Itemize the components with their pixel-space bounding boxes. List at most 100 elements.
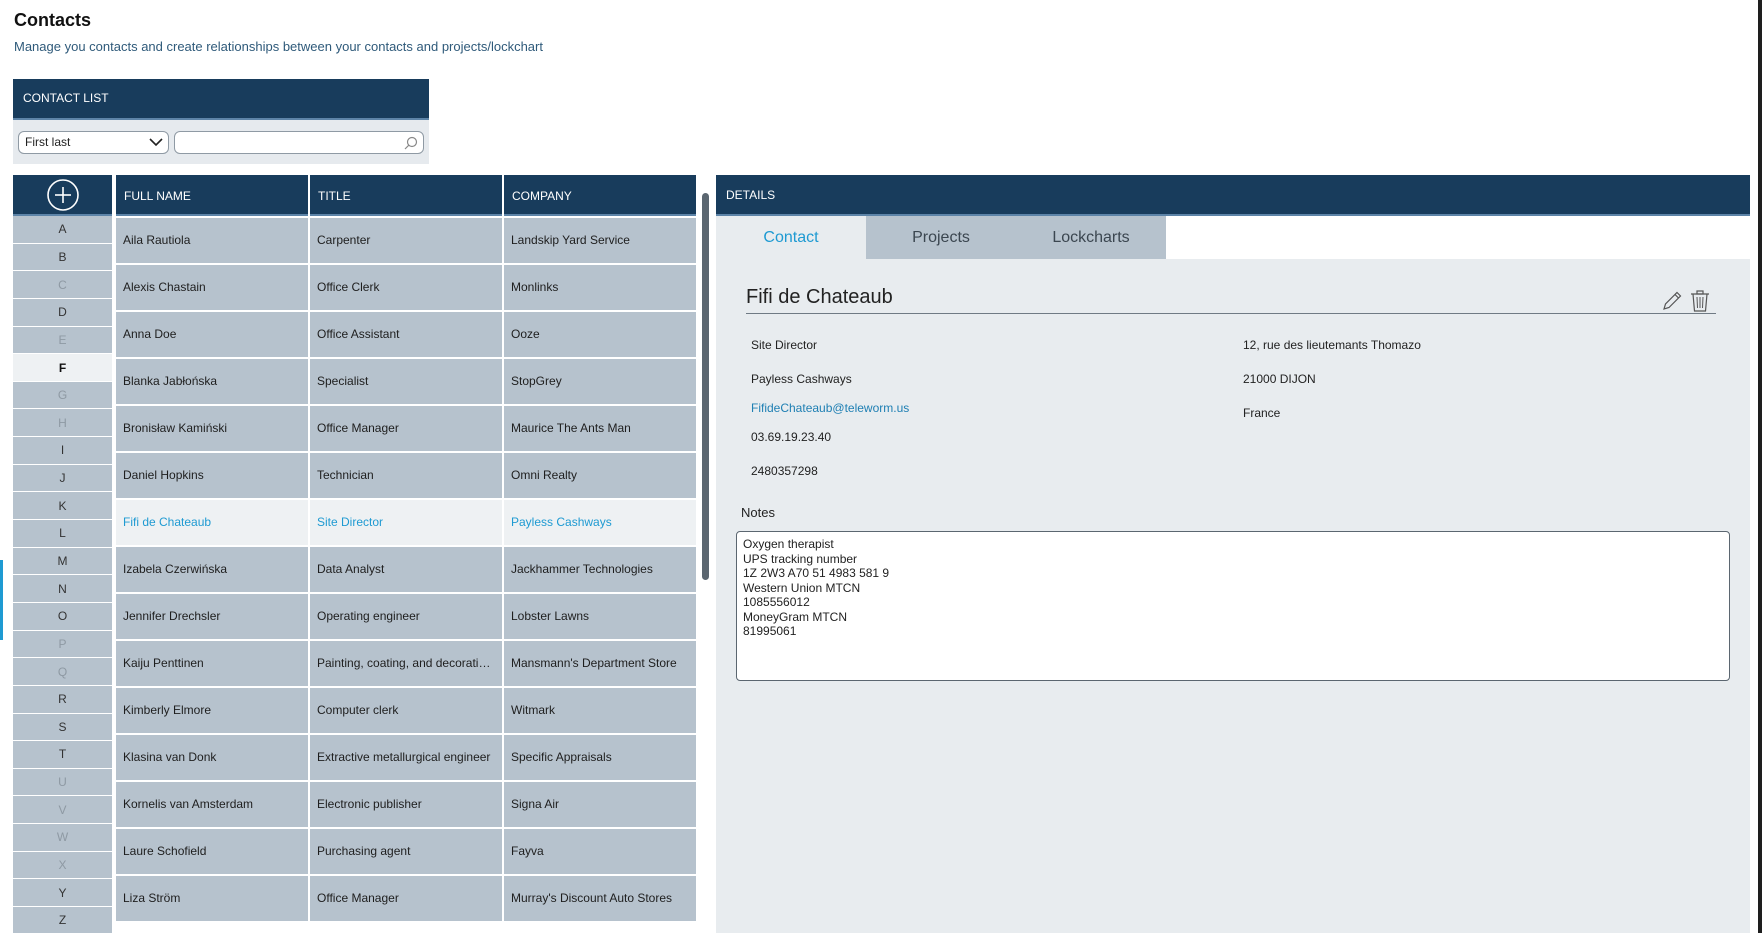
sort-select[interactable]: First last — [18, 131, 169, 154]
table-row[interactable]: Kornelis van Amsterdam Electronic publish… — [116, 780, 698, 827]
tab-lockcharts[interactable]: Lockcharts — [1016, 216, 1166, 259]
page-subtitle: Manage you contacts and create relations… — [14, 39, 543, 54]
cell-company: Jackhammer Technologies — [504, 547, 696, 592]
cell-company: Witmark — [504, 688, 696, 733]
cell-company: Landskip Yard Service — [504, 218, 696, 263]
contact-title: Site Director — [751, 338, 818, 352]
notes-line: Oxygen therapist — [743, 537, 834, 551]
table-row[interactable]: Laure Schofield Purchasing agent Fayva — [116, 827, 698, 874]
contact-list-header: CONTACT LIST — [13, 79, 429, 120]
letter-v[interactable]: V — [13, 796, 112, 825]
add-contact-button[interactable] — [13, 175, 112, 216]
table-row[interactable]: Aila Rautiola Carpenter Landskip Yard Serv… — [116, 216, 698, 263]
cell-title: Office Manager — [310, 406, 502, 451]
letter-x[interactable]: X — [13, 851, 112, 880]
contact-country: France — [1243, 406, 1281, 420]
cell-full-name: Aila Rautiola — [116, 218, 308, 263]
contact-email-link[interactable]: FifideChateaub@teleworm.us — [751, 401, 909, 415]
letter-o[interactable]: O — [13, 602, 112, 631]
letter-b[interactable]: B — [13, 243, 112, 272]
cell-title: Office Assistant — [310, 312, 502, 357]
cell-title: Office Manager — [310, 876, 502, 921]
letter-s[interactable]: S — [13, 713, 112, 742]
letter-c[interactable]: C — [13, 271, 112, 299]
letter-j[interactable]: J — [13, 464, 112, 493]
window-right-border — [1758, 0, 1762, 933]
cell-title: Data Analyst — [310, 547, 502, 592]
table-row[interactable]: Anna Doe Office Assistant Ooze — [116, 310, 698, 357]
cell-title: Technician — [310, 453, 502, 498]
letter-y[interactable]: Y — [13, 879, 112, 908]
tab-contact[interactable]: Contact — [716, 216, 866, 259]
letter-z[interactable]: Z — [13, 907, 112, 933]
column-header-title[interactable]: TITLE — [310, 175, 502, 216]
cell-full-name: Fifi de Chateaub — [116, 500, 308, 545]
table-row[interactable]: Daniel Hopkins Technician Omni Realty — [116, 451, 698, 498]
letter-n[interactable]: N — [13, 575, 112, 603]
trash-icon[interactable] — [1689, 289, 1711, 313]
cell-title: Extractive metallurgical engineer — [310, 735, 502, 780]
letter-l[interactable]: L — [13, 520, 112, 548]
cell-full-name: Kornelis van Amsterdam — [116, 782, 308, 827]
letter-u[interactable]: U — [13, 768, 112, 797]
table-row[interactable]: Kaiju Penttinen Painting, coating, and de… — [116, 639, 698, 686]
notes-line: 1Z 2W3 A70 51 4983 581 9 — [743, 566, 890, 580]
table-row[interactable]: Blanka Jabłońska Specialist StopGrey — [116, 357, 698, 404]
letter-g[interactable]: G — [13, 381, 112, 410]
table-row[interactable]: Jennifer Drechsler Operating engineer Lobs… — [116, 592, 698, 639]
details-header: DETAILS — [716, 175, 1750, 216]
cell-company: Lobster Lawns — [504, 594, 696, 639]
table-row[interactable]: Kimberly Elmore Computer clerk Witmark — [116, 686, 698, 733]
notes-textarea[interactable]: Oxygen therapist UPS tracking number 1Z 2W… — [736, 531, 1730, 681]
cell-company: StopGrey — [504, 359, 696, 404]
letter-t[interactable]: T — [13, 741, 112, 769]
cell-full-name: Klasina van Donk — [116, 735, 308, 780]
chevron-down-icon — [149, 138, 163, 147]
letter-m[interactable]: M — [13, 547, 112, 576]
letter-q[interactable]: Q — [13, 658, 112, 686]
cell-company: Omni Realty — [504, 453, 696, 498]
letter-d[interactable]: D — [13, 298, 112, 327]
search-input[interactable] — [174, 131, 424, 154]
cell-company: Specific Appraisals — [504, 735, 696, 780]
table-scrollbar[interactable] — [702, 193, 709, 580]
table-row[interactable]: Izabela Czerwińska Data Analyst Jackhammer… — [116, 545, 698, 592]
table-body: Aila Rautiola Carpenter Landskip Yard Serv… — [116, 216, 698, 921]
table-row[interactable]: Bronisław Kamiński Office Manager Maurice … — [116, 404, 698, 451]
search-icon[interactable] — [403, 135, 419, 151]
column-header-full-name[interactable]: FULL NAME — [116, 175, 308, 216]
letter-h[interactable]: H — [13, 409, 112, 438]
table-row[interactable]: Liza Ström Office Manager Murray's Discoun… — [116, 874, 698, 921]
letter-r[interactable]: R — [13, 685, 112, 714]
cell-title: Purchasing agent — [310, 829, 502, 874]
notes-line: Western Union MTCN — [743, 580, 861, 595]
letter-a[interactable]: A — [13, 216, 112, 244]
sort-select-value: First last — [25, 135, 71, 149]
pencil-icon[interactable] — [1661, 290, 1683, 312]
notes-label: Notes — [741, 505, 775, 520]
letter-i[interactable]: I — [13, 437, 112, 465]
notes-line: 81995061 — [743, 624, 797, 638]
column-header-company[interactable]: COMPANY — [504, 175, 696, 216]
letter-w[interactable]: W — [13, 824, 112, 852]
tab-projects[interactable]: Projects — [866, 216, 1016, 259]
alphabet-index: ABCDEFGHIJKLMNOPQRSTUVWXYZ — [13, 175, 112, 933]
letter-k[interactable]: K — [13, 492, 112, 521]
table-row[interactable]: Klasina van Donk Extractive metallurgical… — [116, 733, 698, 780]
letter-list: ABCDEFGHIJKLMNOPQRSTUVWXYZ — [13, 216, 112, 933]
cell-full-name: Bronisław Kamiński — [116, 406, 308, 451]
cell-company: Maurice The Ants Man — [504, 406, 696, 451]
table-row[interactable]: Fifi de Chateaub Site Director Payless Cas… — [116, 498, 698, 545]
letter-f[interactable]: F — [13, 354, 112, 382]
table-row[interactable]: Alexis Chastain Office Clerk Monlinks — [116, 263, 698, 310]
cell-company: Fayva — [504, 829, 696, 874]
cell-title: Computer clerk — [310, 688, 502, 733]
cell-full-name: Izabela Czerwińska — [116, 547, 308, 592]
cell-full-name: Alexis Chastain — [116, 265, 308, 310]
letter-p[interactable]: P — [13, 630, 112, 659]
cell-company: Signa Air — [504, 782, 696, 827]
plus-circle-icon — [46, 178, 79, 211]
contact-mobile: 2480357298 — [751, 464, 818, 478]
letter-e[interactable]: E — [13, 326, 112, 355]
cell-full-name: Kaiju Penttinen — [116, 641, 308, 686]
